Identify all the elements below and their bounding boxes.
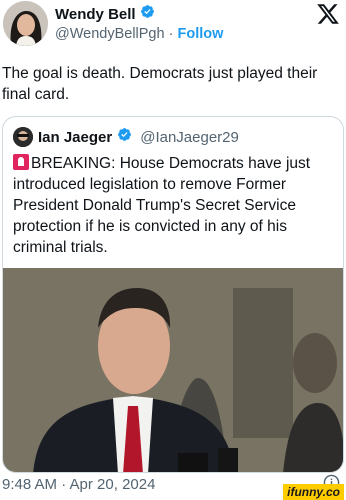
quoted-photo[interactable] xyxy=(3,268,343,472)
tweet-header: Wendy Bell @WendyBellPgh · Follow xyxy=(0,0,346,56)
quoted-avatar[interactable] xyxy=(13,127,33,147)
quoted-text: BREAKING: House Democrats have just intr… xyxy=(13,155,311,256)
quoted-tweet[interactable]: Ian Jaeger @IanJaeger29 BREAKING: House … xyxy=(2,116,344,473)
tweet-text: The goal is death. Democrats just played… xyxy=(2,65,318,103)
ifunny-watermark: ifunny.co xyxy=(283,484,344,500)
author-handle[interactable]: @WendyBellPgh xyxy=(55,26,165,42)
follow-button[interactable]: Follow xyxy=(177,26,223,42)
quoted-header: Ian Jaeger @IanJaeger29 xyxy=(13,127,239,147)
author-handle-row: @WendyBellPgh · Follow xyxy=(55,26,223,42)
author-name[interactable]: Wendy Bell xyxy=(55,6,136,23)
quoted-author-handle: @IanJaeger29 xyxy=(140,128,239,146)
tweet-timestamp[interactable]: 9:48 AM · Apr 20, 2024 xyxy=(2,476,155,493)
quoted-author-name: Ian Jaeger xyxy=(38,128,113,146)
quoted-text-block: BREAKING: House Democrats have just intr… xyxy=(13,153,335,258)
siren-icon xyxy=(13,154,29,170)
separator: · xyxy=(168,26,174,42)
x-logo-icon[interactable] xyxy=(316,2,340,26)
author-avatar[interactable] xyxy=(3,1,48,46)
verified-badge-icon xyxy=(140,4,155,24)
verified-badge-icon xyxy=(117,127,132,147)
author-name-row: Wendy Bell xyxy=(55,4,155,24)
